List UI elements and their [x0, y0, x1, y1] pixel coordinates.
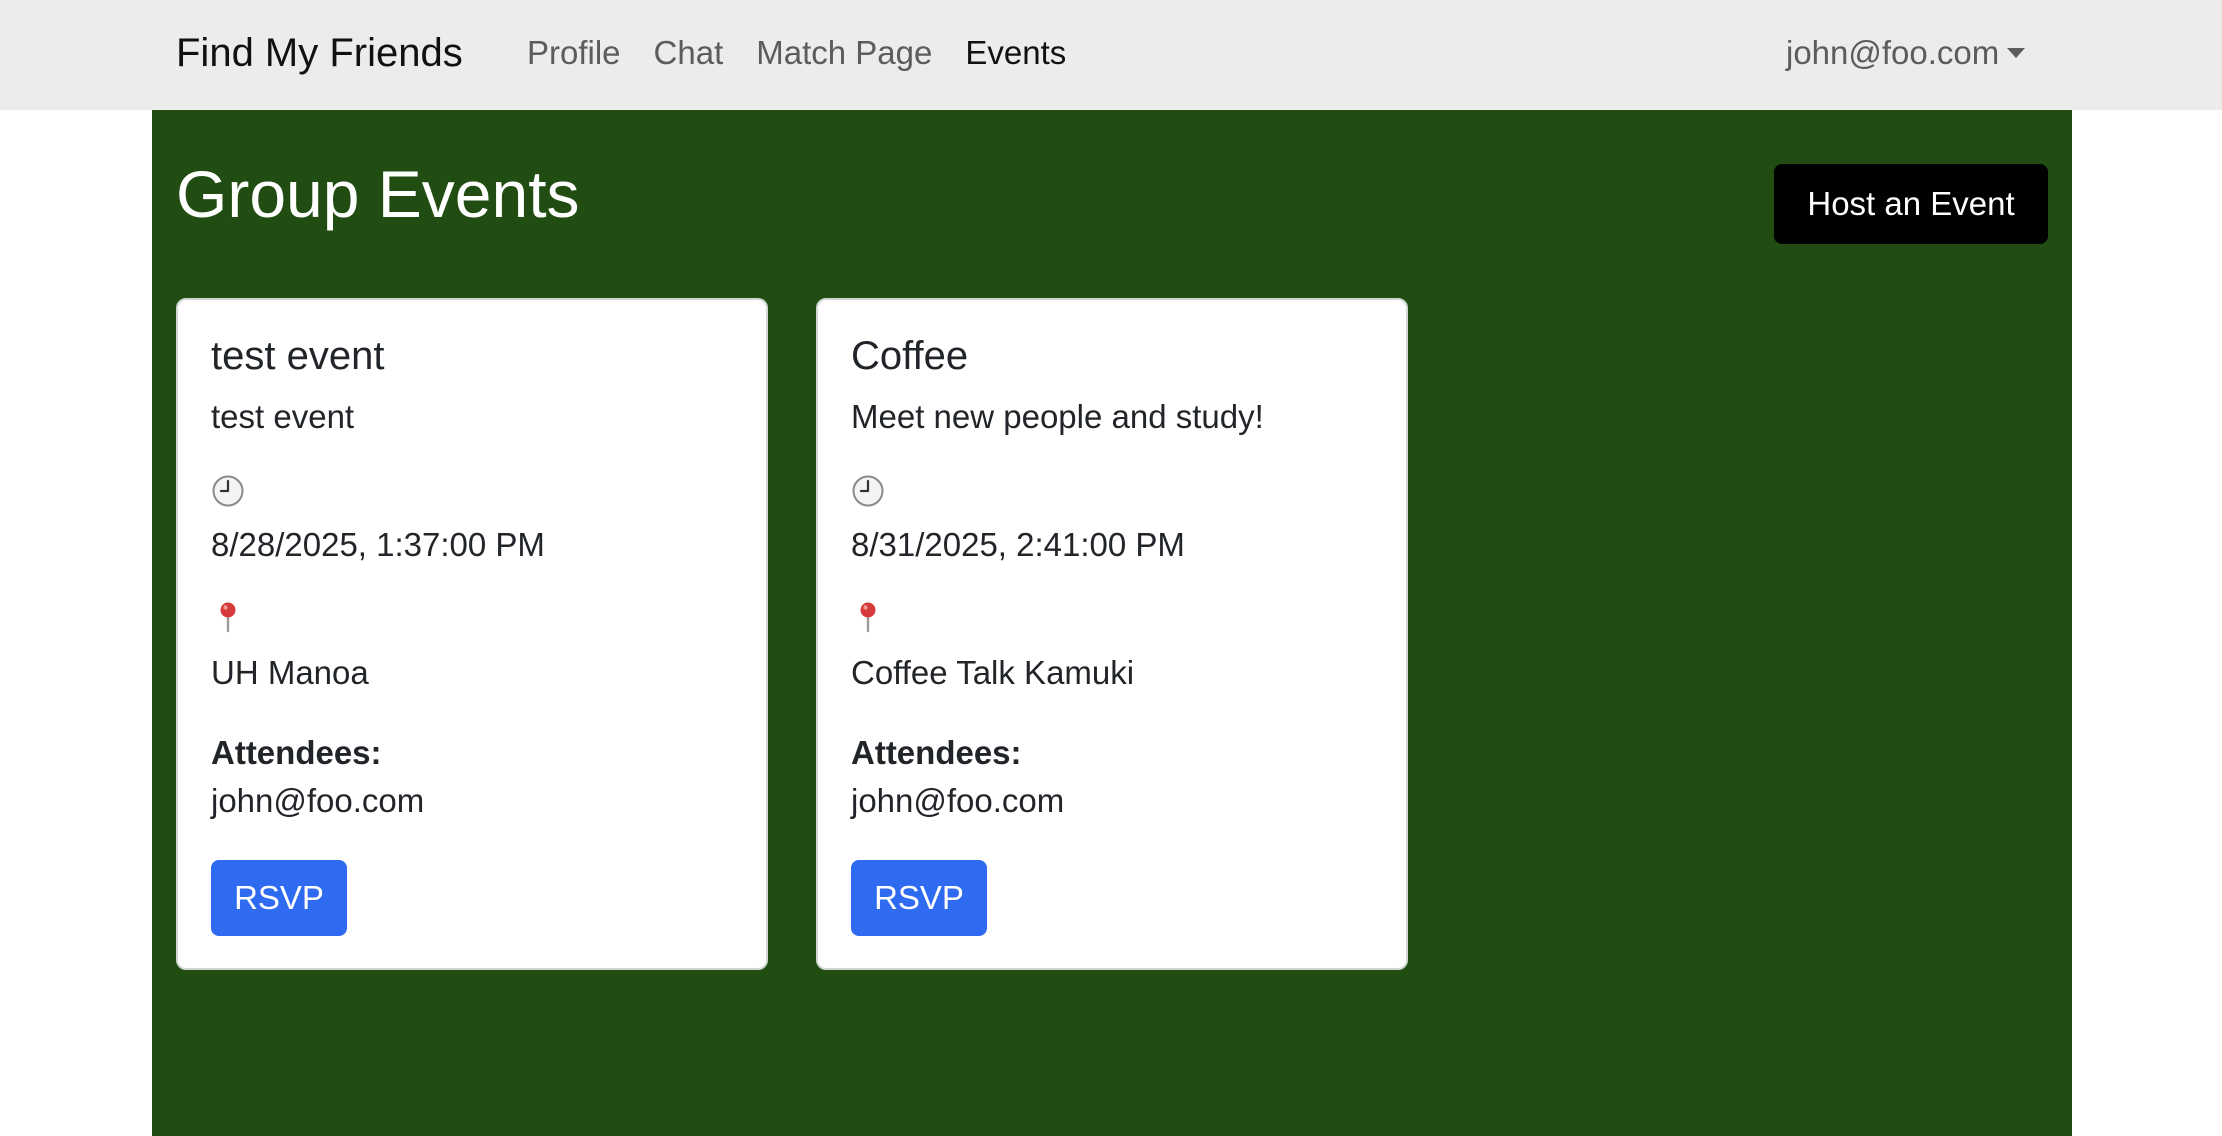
nav-link-profile[interactable]: Profile — [527, 30, 621, 76]
top-navbar: Find My Friends Profile Chat Match Page … — [0, 0, 2222, 110]
brand-link[interactable]: Find My Friends — [176, 27, 463, 79]
clock-icon — [212, 475, 244, 507]
caret-down-icon — [2007, 48, 2026, 58]
event-card: Coffee Meet new people and study! 8/31/2… — [816, 298, 1408, 970]
pushpin-icon — [860, 602, 876, 633]
event-description: Meet new people and study! — [851, 398, 1264, 435]
event-title: Coffee — [851, 334, 969, 378]
events-main: Group Events Host an Event test event te… — [152, 110, 2072, 1136]
clock-icon — [852, 475, 884, 507]
attendees-list: john@foo.com — [211, 782, 425, 819]
event-description: test event — [211, 398, 355, 435]
pushpin-icon — [220, 602, 236, 633]
event-location: UH Manoa — [211, 654, 369, 691]
user-email: john@foo.com — [1786, 34, 2000, 71]
nav-links: Profile Chat Match Page Events — [527, 30, 1066, 76]
nav-link-chat[interactable]: Chat — [654, 30, 724, 76]
event-location: Coffee Talk Kamuki — [851, 654, 1135, 691]
nav-link-match-page[interactable]: Match Page — [756, 30, 932, 76]
nav-link-events[interactable]: Events — [965, 30, 1066, 76]
rsvp-button[interactable]: RSVP — [211, 860, 347, 936]
event-datetime: 8/28/2025, 1:37:00 PM — [211, 526, 545, 563]
rsvp-button[interactable]: RSVP — [851, 860, 987, 936]
attendees-label: Attendees: — [211, 734, 382, 771]
attendees-label: Attendees: — [851, 734, 1022, 771]
event-card: test event test event 8/28/2025, 1:37:00… — [176, 298, 768, 970]
page-title: Group Events — [176, 157, 580, 231]
event-title: test event — [211, 334, 385, 378]
attendees-list: john@foo.com — [851, 782, 1065, 819]
host-event-button[interactable]: Host an Event — [1774, 164, 2048, 244]
event-datetime: 8/31/2025, 2:41:00 PM — [851, 526, 1185, 563]
user-dropdown-toggle[interactable]: john@foo.com — [1786, 30, 2026, 76]
